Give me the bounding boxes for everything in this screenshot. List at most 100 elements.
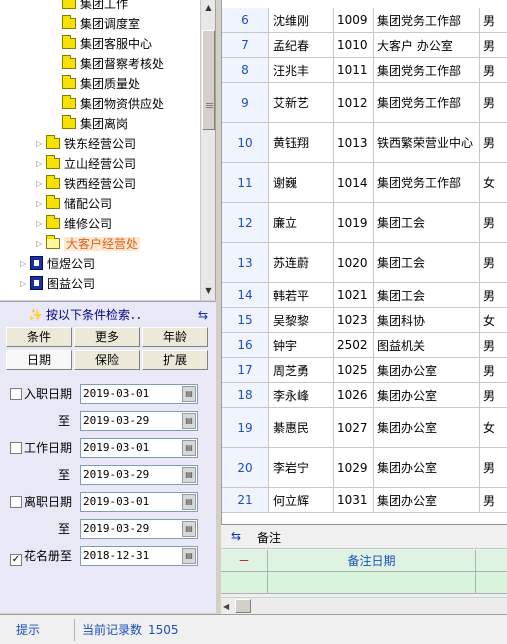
table-row[interactable]: 9 艾新艺 1012 集团党务工作部男 xyxy=(222,83,507,123)
gender-cell[interactable]: 男 xyxy=(480,448,507,487)
name-cell[interactable]: 何立辉 xyxy=(269,488,334,512)
code-cell[interactable]: 1027 xyxy=(334,408,374,447)
code-cell[interactable]: 1014 xyxy=(334,163,374,202)
code-cell[interactable]: 1026 xyxy=(334,383,374,407)
name-cell[interactable]: 李岩宁 xyxy=(269,448,334,487)
table-row[interactable]: 11 谢巍 1014 集团党务工作部女 xyxy=(222,163,507,203)
code-cell[interactable]: 1020 xyxy=(334,243,374,282)
expand-arrow-icon[interactable]: ▷ xyxy=(36,234,46,254)
date-from-field[interactable]: 2019-03-01 ▤ xyxy=(80,438,198,458)
gender-cell[interactable]: 男 xyxy=(480,33,507,57)
table-row[interactable]: 18 李永峰 1026 集团办公室男 xyxy=(222,383,507,408)
dept-cell[interactable]: 图益机关 xyxy=(374,333,480,357)
name-cell[interactable]: 吴黎黎 xyxy=(269,308,334,332)
notes-horizontal-scrollbar[interactable]: ◀ xyxy=(221,597,507,614)
table-row[interactable]: 13 苏连蔚 1020 集团工会男 xyxy=(222,243,507,283)
tab-button[interactable]: 年龄 xyxy=(142,327,208,347)
gender-cell[interactable]: 男 xyxy=(480,83,507,122)
dept-cell[interactable]: 集团办公室 xyxy=(374,408,480,447)
scroll-thumb[interactable] xyxy=(235,599,251,613)
table-row[interactable]: 21 何立辉 1031 集团办公室男 xyxy=(222,488,507,513)
tab-button[interactable]: 扩展 xyxy=(142,350,208,370)
notes-cell[interactable] xyxy=(268,572,476,594)
code-cell[interactable]: 1031 xyxy=(334,488,374,512)
table-row[interactable]: 12 廉立 1019 集团工会男 xyxy=(222,203,507,243)
expand-arrow-icon[interactable]: ▷ xyxy=(20,254,30,274)
table-row[interactable]: 7 孟纪春 1010 大客户 办公室男 xyxy=(222,33,507,58)
code-cell[interactable]: 1019 xyxy=(334,203,374,242)
dept-cell[interactable]: 集团党务工作部 xyxy=(374,83,480,122)
code-cell[interactable]: 1025 xyxy=(334,358,374,382)
row-index[interactable]: 18 xyxy=(222,383,269,407)
row-index[interactable]: 20 xyxy=(222,448,269,487)
name-cell[interactable]: 汪兆丰 xyxy=(269,58,334,82)
org-tree[interactable]: 集团工作 集团调度室 集团客服中心 集团督察考核处 集团质量处 集团物资供应处 集团离岗 ▷ 铁… xyxy=(0,0,216,300)
code-cell[interactable]: 1029 xyxy=(334,448,374,487)
date-from-field[interactable]: 2019-03-01 ▤ xyxy=(80,492,198,512)
tree-node[interactable]: ▷ 立山经营公司 xyxy=(36,154,136,174)
dept-cell[interactable]: 集团办公室 xyxy=(374,358,480,382)
tree-node[interactable]: ▷ 大客户经营处 xyxy=(36,234,141,254)
scroll-up-icon[interactable]: ▲ xyxy=(201,0,215,15)
dept-cell[interactable]: 集团党务工作部 xyxy=(374,58,480,82)
to-label-row[interactable]: 至 xyxy=(58,465,70,485)
expand-arrow-icon[interactable]: ▷ xyxy=(36,174,46,194)
code-cell[interactable]: 2502 xyxy=(334,333,374,357)
calendar-dropdown-icon[interactable]: ▤ xyxy=(182,521,196,537)
tab-button[interactable]: 条件 xyxy=(6,327,72,347)
filter-checkbox-row[interactable]: 入职日期 xyxy=(10,384,72,404)
row-index[interactable]: 11 xyxy=(222,163,269,202)
table-row[interactable]: 10 黄钰翔 1013 铁西繁荣营业中心男 xyxy=(222,123,507,163)
expand-arrow-icon[interactable]: ▷ xyxy=(36,154,46,174)
dept-cell[interactable]: 铁西繁荣营业中心 xyxy=(374,123,480,162)
name-cell[interactable]: 黄钰翔 xyxy=(269,123,334,162)
row-index[interactable]: 14 xyxy=(222,283,269,307)
tree-node[interactable]: ▷ 储配公司 xyxy=(36,194,112,214)
row-index[interactable]: 16 xyxy=(222,333,269,357)
gender-cell[interactable]: 女 xyxy=(480,163,507,202)
code-cell[interactable]: 1011 xyxy=(334,58,374,82)
dept-cell[interactable]: 集团工会 xyxy=(374,203,480,242)
notes-cell[interactable] xyxy=(476,572,507,594)
tree-node[interactable]: ▷ 铁西经营公司 xyxy=(36,174,136,194)
tree-node[interactable]: 集团质量处 xyxy=(52,74,140,94)
dept-cell[interactable]: 集团工会 xyxy=(374,283,480,307)
expand-arrow-icon[interactable]: ▷ xyxy=(36,214,46,234)
tab-button[interactable]: 更多 xyxy=(74,327,140,347)
gender-cell[interactable]: 男 xyxy=(480,243,507,282)
table-row[interactable]: 15 吴黎黎 1023 集团科协女 xyxy=(222,308,507,333)
calendar-dropdown-icon[interactable]: ▤ xyxy=(182,413,196,429)
roster-date-field[interactable]: 2018-12-31 ▤ xyxy=(80,546,198,566)
name-cell[interactable]: 孟纪春 xyxy=(269,33,334,57)
date-to-field[interactable]: 2019-03-29 ▤ xyxy=(80,465,198,485)
tab-button[interactable]: 保险 xyxy=(74,350,140,370)
name-cell[interactable]: 綦惠民 xyxy=(269,408,334,447)
row-index[interactable]: 9 xyxy=(222,83,269,122)
name-cell[interactable]: 钟宇 xyxy=(269,333,334,357)
calendar-dropdown-icon[interactable]: ▤ xyxy=(182,386,196,402)
gender-cell[interactable]: 男 xyxy=(480,283,507,307)
code-cell[interactable]: 1012 xyxy=(334,83,374,122)
gender-cell[interactable]: 女 xyxy=(480,408,507,447)
gender-cell[interactable]: 男 xyxy=(480,203,507,242)
date-from-field[interactable]: 2019-03-01 ▤ xyxy=(80,384,198,404)
dept-cell[interactable]: 集团办公室 xyxy=(374,448,480,487)
checkbox[interactable]: ✓ xyxy=(10,554,22,566)
checkbox[interactable] xyxy=(10,496,22,508)
calendar-dropdown-icon[interactable]: ▤ xyxy=(182,548,196,564)
filter-checkbox-row[interactable]: 离职日期 xyxy=(10,492,72,512)
name-cell[interactable]: 苏连蔚 xyxy=(269,243,334,282)
name-cell[interactable]: 艾新艺 xyxy=(269,83,334,122)
tree-node[interactable]: 集团督察考核处 xyxy=(52,54,164,74)
checkbox[interactable] xyxy=(10,388,22,400)
tree-node[interactable]: 集团物资供应处 xyxy=(52,94,164,114)
tree-node[interactable]: ▷ 维修公司 xyxy=(36,214,112,234)
checkbox[interactable] xyxy=(10,442,22,454)
code-cell[interactable]: 1023 xyxy=(334,308,374,332)
tree-node[interactable]: ▷ 恒煜公司 xyxy=(20,254,95,274)
dept-cell[interactable]: 集团办公室 xyxy=(374,383,480,407)
notes-empty-row[interactable] xyxy=(221,572,507,594)
code-cell[interactable]: 1009 xyxy=(334,8,374,32)
notes-marker-header[interactable]: － xyxy=(221,550,268,572)
tree-node[interactable]: 集团调度室 xyxy=(52,14,140,34)
